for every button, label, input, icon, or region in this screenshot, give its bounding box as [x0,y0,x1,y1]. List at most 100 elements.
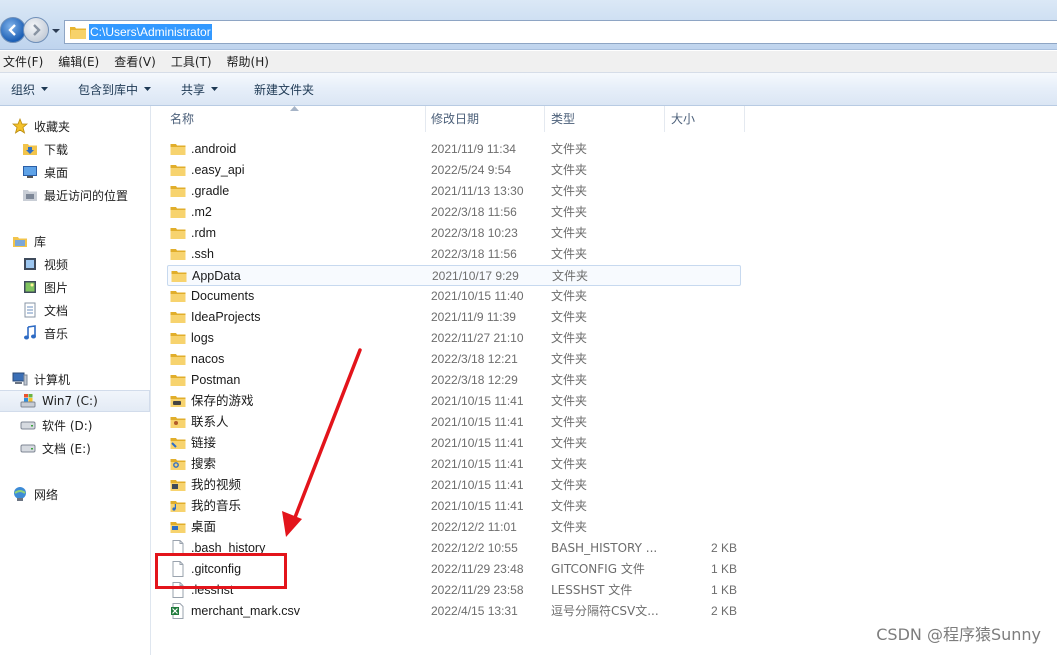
command-toolbar: 组织 包含到库中 共享 新建文件夹 [0,73,1057,106]
share-button[interactable]: 共享 [170,77,229,101]
file-row[interactable]: 搜索 2021/10/15 11:41 文件夹 [167,454,741,475]
include-library-button[interactable]: 包含到库中 [67,77,162,101]
menu-edit[interactable]: 编辑(E) [58,53,99,70]
nav-drive-e[interactable]: 文档 (E:) [0,437,150,459]
file-row[interactable]: 链接 2021/10/15 11:41 文件夹 [167,433,741,454]
file-modified-date: 2022/3/18 11:56 [431,205,517,219]
file-modified-date: 2021/10/15 11:41 [431,394,524,408]
file-modified-date: 2022/3/18 11:56 [431,247,517,261]
nav-network[interactable]: 网络 [0,483,150,505]
nav-favorites[interactable]: 收藏夹 [0,115,150,137]
nav-pictures[interactable]: 图片 [0,276,150,298]
address-path-text[interactable]: C:\Users\Administrator [89,24,212,40]
file-type: 文件夹 [551,415,588,429]
file-modified-date: 2022/11/29 23:48 [431,562,524,576]
file-size: 2 KB [710,604,737,618]
file-row[interactable]: .gradle 2021/11/13 13:30 文件夹 [167,181,741,202]
videos-folder-icon [170,480,186,491]
file-name: IdeaProjects [191,310,261,324]
nav-libraries[interactable]: 库 [0,230,150,252]
column-header-name[interactable]: 名称 [164,106,426,132]
file-row[interactable]: AppData 2021/10/17 9:29 文件夹 [167,265,741,286]
music-library-icon [24,325,36,340]
menu-view[interactable]: 查看(V) [114,53,156,70]
nav-drive-c-label: Win7 (C:) [42,394,98,408]
file-row[interactable]: 我的视频 2021/10/15 11:41 文件夹 [167,475,741,496]
annotation-arrow [282,348,362,537]
file-name: 联系人 [191,415,229,429]
organize-button[interactable]: 组织 [0,77,59,101]
file-row[interactable]: .m2 2022/3/18 11:56 文件夹 [167,202,741,223]
new-folder-button[interactable]: 新建文件夹 [243,77,325,101]
file-name: 桌面 [191,520,217,534]
file-modified-date: 2021/10/15 11:41 [431,478,524,492]
organize-label: 组织 [11,82,36,97]
file-modified-date: 2021/10/15 11:41 [431,499,524,513]
nav-drive-d[interactable]: 软件 (D:) [0,414,150,436]
file-size: 1 KB [710,583,737,597]
nav-music[interactable]: 音乐 [0,322,150,344]
column-header-modified[interactable]: 修改日期 [425,106,545,132]
nav-desktop[interactable]: 桌面 [0,161,150,183]
nav-computer[interactable]: 计算机 [0,368,150,390]
file-type: 文件夹 [551,205,588,219]
address-field[interactable]: C:\Users\Administrator [64,20,1057,44]
hard-drive-icon [20,444,36,453]
file-row[interactable]: merchant_mark.csv 2022/4/15 13:31 逗号分隔符CSV… [167,601,741,622]
nav-drive-d-label: 软件 (D:) [42,418,93,433]
file-modified-date: 2022/5/24 9:54 [431,163,512,177]
nav-documents[interactable]: 文档 [0,299,150,321]
recent-pages-dropdown[interactable] [51,26,61,36]
column-header-type[interactable]: 类型 [545,106,665,132]
pictures-library-icon [24,281,36,293]
file-name: .m2 [191,205,212,219]
file-row[interactable]: .easy_api 2022/5/24 9:54 文件夹 [167,160,741,181]
column-header-size[interactable]: 大小 [665,106,745,132]
file-name: .gradle [191,184,230,198]
nav-desktop-label: 桌面 [44,165,69,180]
file-row[interactable]: 桌面 2022/12/2 11:01 文件夹 [167,517,741,538]
menu-help[interactable]: 帮助(H) [227,53,269,70]
nav-recent-places[interactable]: 最近访问的位置 [0,184,150,206]
file-type: 文件夹 [552,269,589,283]
nav-network-label: 网络 [34,487,59,502]
file-row[interactable]: .rdm 2022/3/18 10:23 文件夹 [167,223,741,244]
file-type: 文件夹 [551,289,588,303]
file-row[interactable]: Postman 2022/3/18 12:29 文件夹 [167,370,741,391]
nav-downloads-label: 下载 [44,142,69,157]
file-row[interactable]: logs 2022/11/27 21:10 文件夹 [167,328,741,349]
hard-drive-icon [20,421,36,430]
file-name: 保存的游戏 [191,394,254,408]
links-folder-icon [170,438,186,449]
file-size: 2 KB [710,541,737,555]
nav-videos[interactable]: 视频 [0,253,150,275]
nav-libraries-label: 库 [34,234,47,249]
file-row[interactable]: .ssh 2022/3/18 11:56 文件夹 [167,244,741,265]
nav-videos-label: 视频 [44,257,69,272]
chevron-down-icon [41,87,49,91]
nav-computer-label: 计算机 [34,372,71,387]
file-row[interactable]: IdeaProjects 2021/11/9 11:39 文件夹 [167,307,741,328]
file-name: 搜索 [191,457,217,471]
forward-button[interactable] [23,17,49,43]
file-row[interactable]: 我的音乐 2021/10/15 11:41 文件夹 [167,496,741,517]
file-row[interactable]: Documents 2021/10/15 11:40 文件夹 [167,286,741,307]
file-modified-date: 2021/10/15 11:40 [431,289,524,303]
file-name: 我的音乐 [191,499,242,513]
file-row[interactable]: 联系人 2021/10/15 11:41 文件夹 [167,412,741,433]
menu-tools[interactable]: 工具(T) [171,53,212,70]
folder-icon [171,271,187,282]
file-row[interactable]: nacos 2022/3/18 12:21 文件夹 [167,349,741,370]
file-name: logs [191,331,214,345]
chevron-down-icon [211,87,219,91]
file-name: Documents [191,289,255,303]
file-row[interactable]: .android 2021/11/9 11:34 文件夹 [167,139,741,160]
file-row[interactable]: 保存的游戏 2021/10/15 11:41 文件夹 [167,391,741,412]
arrow-right-icon [33,24,41,36]
file-modified-date: 2021/10/15 11:41 [431,415,524,429]
menu-file[interactable]: 文件(F) [3,53,43,70]
nav-drive-c[interactable]: Win7 (C:) [0,390,150,412]
file-type: 文件夹 [551,184,588,198]
nav-downloads[interactable]: 下载 [0,138,150,160]
nav-favorites-label: 收藏夹 [34,119,71,134]
